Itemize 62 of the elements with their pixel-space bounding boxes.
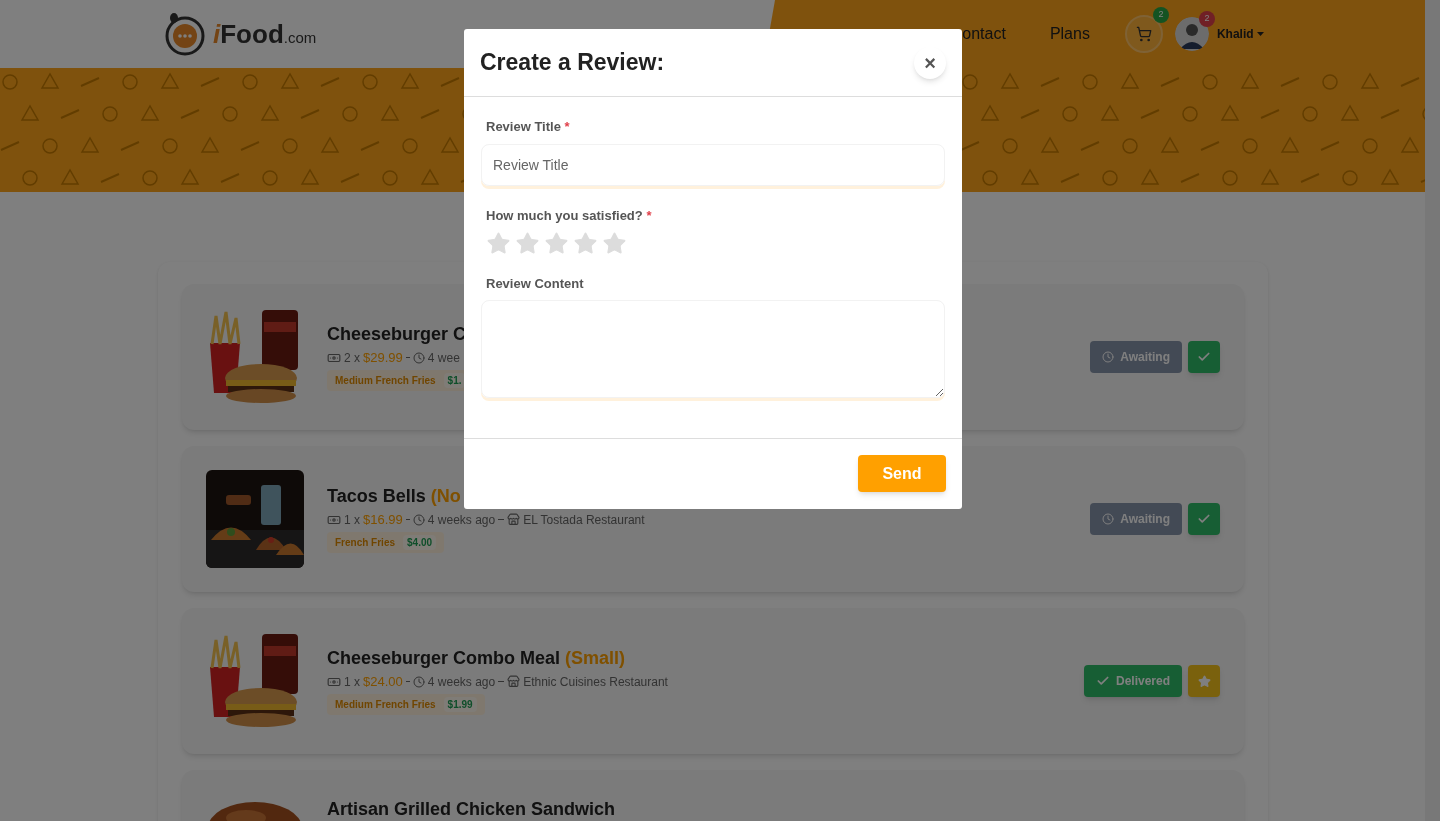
- dialog-title: Create a Review:: [480, 48, 665, 78]
- order-title: Tacos Bells: [327, 485, 426, 506]
- order-time: 4 wee: [427, 349, 460, 367]
- logo-name: Food: [220, 17, 284, 51]
- order-size: (Small): [565, 647, 626, 668]
- order-title: Artisan Grilled Chicken Sandwich: [327, 799, 616, 819]
- close-button[interactable]: ×: [914, 46, 946, 79]
- cart-icon: [1135, 26, 1152, 42]
- order-quantity: 1 x: [344, 511, 360, 529]
- send-button[interactable]: Send: [858, 455, 946, 492]
- avatar: [1174, 17, 1209, 51]
- order-price: $16.99: [363, 510, 403, 529]
- required-mark: *: [564, 119, 570, 134]
- extra-name: French Fries: [335, 536, 396, 551]
- rating-star-icon[interactable]: [602, 231, 627, 256]
- check-icon: [1197, 512, 1211, 526]
- nav-link[interactable]: ontact: [962, 22, 1006, 46]
- extra-price: $4.00: [403, 535, 437, 551]
- order-size: (No: [430, 485, 461, 506]
- rating-star-icon[interactable]: [573, 231, 598, 256]
- order-quantity: 2 x: [344, 349, 360, 367]
- confirm-button[interactable]: [1188, 503, 1220, 535]
- rating-star-icon[interactable]: [486, 231, 511, 256]
- extra-name: Medium French Fries: [335, 698, 436, 713]
- extra-price: $1.: [443, 373, 466, 389]
- order-quantity: 1 x: [344, 673, 360, 691]
- restaurant-name: Ethnic Cuisines Restaurant: [523, 673, 668, 691]
- restaurant-name: EL Tostada Restaurant: [523, 511, 645, 529]
- logo-icon: [163, 12, 207, 56]
- clock-icon: [412, 675, 425, 688]
- review-content-field[interactable]: [481, 299, 945, 398]
- caret-icon: [1256, 32, 1264, 36]
- clock-icon: [1102, 513, 1115, 525]
- extra-name: Medium French Fries: [335, 374, 436, 389]
- logo-suffix: .com: [283, 27, 317, 48]
- order-time: 4 weeks ago: [427, 511, 496, 529]
- status-button[interactable]: Delivered: [1083, 665, 1182, 697]
- store-icon: [507, 513, 521, 526]
- review-title-field[interactable]: Review Title: [481, 143, 945, 186]
- check-icon: [1197, 350, 1211, 364]
- rating-star-icon[interactable]: [544, 231, 569, 256]
- logo-initial: i: [213, 17, 221, 51]
- confirm-button[interactable]: [1188, 341, 1220, 373]
- store-icon: [507, 675, 521, 688]
- order-time: 4 weeks ago: [427, 673, 496, 691]
- clock-icon: [1102, 351, 1115, 363]
- order-title: Cheeseburger Combo Meal: [327, 647, 561, 668]
- nav-link[interactable]: Plans: [1049, 22, 1090, 46]
- order-price: $29.99: [363, 348, 403, 367]
- field-label: Review Title: [486, 119, 561, 134]
- field-label: How much you satisfied?: [486, 207, 643, 223]
- clock-icon: [412, 351, 425, 364]
- required-mark: *: [646, 207, 652, 223]
- order-price: $24.00: [363, 672, 403, 691]
- star-icon: [1197, 674, 1211, 688]
- user-menu[interactable]: Khalid: [1216, 25, 1264, 43]
- field-label: Review Content: [486, 276, 584, 291]
- clock-icon: [412, 513, 425, 526]
- extra-price: $1.99: [443, 697, 477, 713]
- check-icon: [1095, 674, 1110, 688]
- rating-star-icon[interactable]: [515, 231, 540, 256]
- rate-button[interactable]: [1188, 665, 1220, 697]
